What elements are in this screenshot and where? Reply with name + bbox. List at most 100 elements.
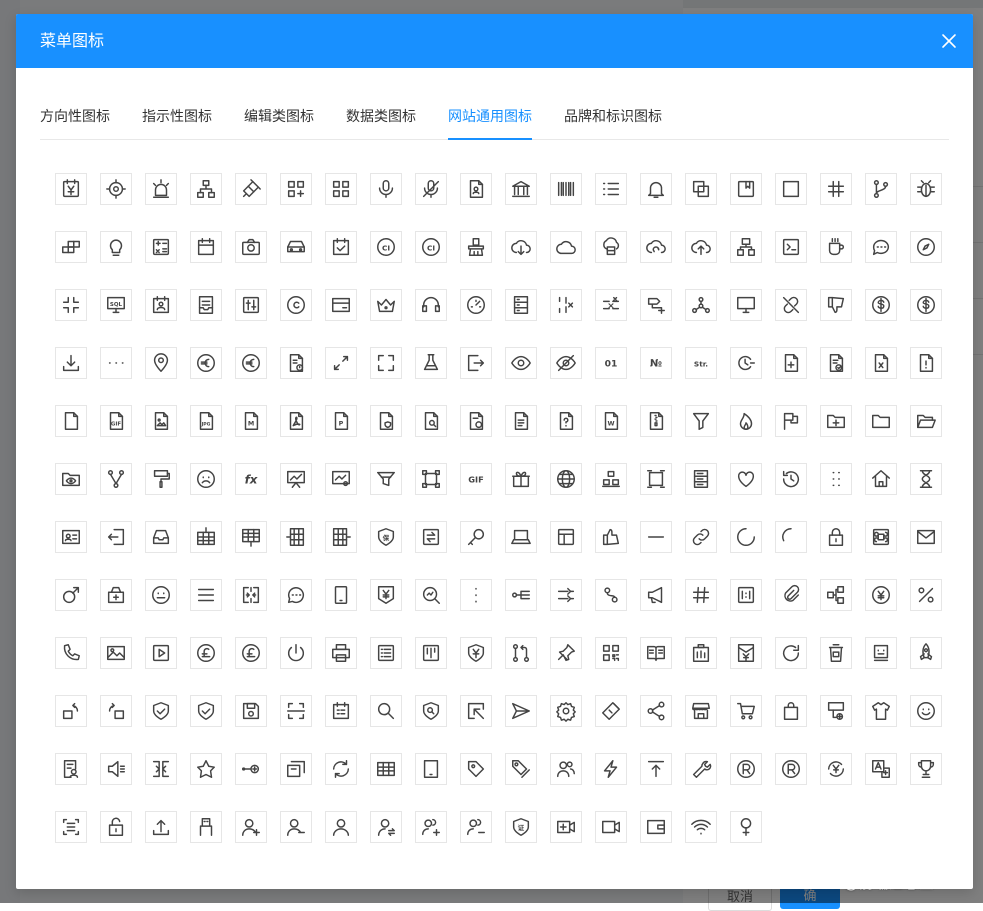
icon-option-file-text[interactable] bbox=[505, 405, 537, 437]
icon-option-compress[interactable] bbox=[55, 289, 87, 321]
icon-option-subnode[interactable] bbox=[235, 753, 267, 785]
icon-option-tag[interactable] bbox=[460, 753, 492, 785]
icon-option-one-to-one[interactable] bbox=[730, 579, 762, 611]
icon-option-history[interactable] bbox=[775, 463, 807, 495]
icon-option-cloud-server[interactable] bbox=[595, 231, 627, 263]
icon-option-branches[interactable] bbox=[865, 173, 897, 205]
icon-option-group[interactable] bbox=[640, 463, 672, 495]
icon-option-desktop[interactable] bbox=[730, 289, 762, 321]
icon-option-holder[interactable] bbox=[820, 463, 852, 495]
icon-option-safety-certificate[interactable] bbox=[145, 695, 177, 727]
icon-option-customer-service[interactable] bbox=[415, 289, 447, 321]
icon-option-man[interactable] bbox=[55, 579, 87, 611]
icon-option-cloud[interactable] bbox=[550, 231, 582, 263]
icon-option-copy[interactable] bbox=[685, 173, 717, 205]
icon-option-file-image[interactable] bbox=[145, 405, 177, 437]
icon-option-file-done[interactable] bbox=[820, 347, 852, 379]
icon-option-share-alt[interactable] bbox=[640, 695, 672, 727]
icon-option-sync[interactable] bbox=[325, 753, 357, 785]
icon-option-number[interactable] bbox=[685, 579, 717, 611]
icon-option-disconnect[interactable] bbox=[775, 289, 807, 321]
icon-option-like[interactable] bbox=[595, 521, 627, 553]
icon-option-dashboard[interactable] bbox=[460, 289, 492, 321]
icon-option-sound[interactable] bbox=[100, 753, 132, 785]
icon-option-mail[interactable] bbox=[910, 521, 942, 553]
icon-option-node-collapse[interactable] bbox=[505, 579, 537, 611]
icon-option-file-jpg[interactable]: JPG bbox=[190, 405, 222, 437]
icon-option-fire[interactable] bbox=[730, 405, 762, 437]
tab-editor[interactable]: 编辑类图标 bbox=[244, 107, 314, 127]
icon-option-alarm[interactable] bbox=[145, 173, 177, 205]
icon-option-database[interactable] bbox=[505, 289, 537, 321]
icon-option-cloud-sync[interactable] bbox=[640, 231, 672, 263]
icon-option-split-cells[interactable] bbox=[145, 753, 177, 785]
icon-option-node-index[interactable] bbox=[595, 579, 627, 611]
icon-option-setting[interactable] bbox=[550, 695, 582, 727]
icon-option-folder-open[interactable] bbox=[910, 405, 942, 437]
close-icon[interactable] bbox=[939, 31, 959, 51]
icon-option-shopping-cart[interactable] bbox=[730, 695, 762, 727]
icon-option-phone[interactable] bbox=[55, 637, 87, 669]
icon-option-microphone-off[interactable] bbox=[415, 173, 447, 205]
icon-option-ellipsis[interactable] bbox=[100, 347, 132, 379]
icon-option-rocket[interactable] bbox=[910, 637, 942, 669]
icon-option-yen-calendar[interactable] bbox=[55, 173, 87, 205]
icon-option-flag[interactable] bbox=[775, 405, 807, 437]
icon-option-sitemap[interactable] bbox=[190, 173, 222, 205]
icon-option-usb[interactable] bbox=[190, 811, 222, 843]
icon-option-layout[interactable] bbox=[550, 521, 582, 553]
icon-option-insurance[interactable]: 保 bbox=[370, 521, 402, 553]
icon-option-profile[interactable] bbox=[370, 637, 402, 669]
icon-option-exception[interactable] bbox=[280, 347, 312, 379]
icon-option-frown[interactable] bbox=[190, 463, 222, 495]
icon-option-message[interactable] bbox=[280, 579, 312, 611]
icon-option-dollar-circle[interactable] bbox=[865, 289, 897, 321]
icon-option-gold[interactable] bbox=[595, 463, 627, 495]
icon-option-coffee[interactable] bbox=[820, 231, 852, 263]
icon-option-console[interactable] bbox=[775, 231, 807, 263]
icon-option-scan[interactable] bbox=[280, 695, 312, 727]
icon-option-select[interactable] bbox=[460, 695, 492, 727]
icon-option-table[interactable] bbox=[370, 753, 402, 785]
icon-option-file-word[interactable]: W bbox=[595, 405, 627, 437]
icon-option-pound-circle[interactable] bbox=[190, 637, 222, 669]
icon-option-calendar[interactable] bbox=[190, 231, 222, 263]
icon-option-format-painter[interactable] bbox=[145, 463, 177, 495]
tab-web-common[interactable]: 网站通用图标 bbox=[448, 107, 532, 127]
icon-option-expand-alt[interactable] bbox=[370, 347, 402, 379]
icon-option-mobile[interactable] bbox=[325, 579, 357, 611]
icon-option-environment[interactable] bbox=[145, 347, 177, 379]
icon-option-file-protect[interactable] bbox=[370, 405, 402, 437]
icon-option-merge-cells[interactable] bbox=[235, 579, 267, 611]
icon-option-send[interactable] bbox=[505, 695, 537, 727]
icon-option-user-add[interactable] bbox=[235, 811, 267, 843]
icon-option-transaction[interactable] bbox=[820, 753, 852, 785]
tab-direction[interactable]: 方向性图标 bbox=[40, 107, 110, 127]
icon-option-barcode[interactable] bbox=[550, 173, 582, 205]
icon-option-calculator[interactable] bbox=[145, 231, 177, 263]
icon-option-search[interactable] bbox=[370, 695, 402, 727]
icon-option-file-excel[interactable] bbox=[865, 347, 897, 379]
icon-option-import[interactable] bbox=[100, 521, 132, 553]
icon-option-unlock[interactable] bbox=[100, 811, 132, 843]
icon-option-funnel-plot[interactable] bbox=[370, 463, 402, 495]
icon-option-copyright[interactable] bbox=[280, 289, 312, 321]
icon-option-compass[interactable] bbox=[910, 231, 942, 263]
icon-option-credit-card[interactable] bbox=[325, 289, 357, 321]
icon-option-function[interactable]: fx bbox=[235, 463, 267, 495]
icon-option-upload[interactable] bbox=[145, 811, 177, 843]
icon-option-bookmark[interactable] bbox=[730, 173, 762, 205]
icon-option-file-exclamation[interactable] bbox=[910, 347, 942, 379]
icon-option-reload[interactable] bbox=[775, 637, 807, 669]
tab-indicator[interactable]: 指示性图标 bbox=[142, 107, 212, 127]
icon-option-file-add[interactable] bbox=[775, 347, 807, 379]
icon-option-delete-row[interactable]: × bbox=[595, 289, 627, 321]
icon-option-file-ppt[interactable]: P bbox=[325, 405, 357, 437]
icon-option-smile[interactable] bbox=[910, 695, 942, 727]
icon-option-woman[interactable] bbox=[730, 811, 762, 843]
icon-option-heart[interactable] bbox=[730, 463, 762, 495]
icon-option-bug[interactable] bbox=[910, 173, 942, 205]
icon-option-fund-view[interactable] bbox=[325, 463, 357, 495]
tab-brand-logo[interactable]: 品牌和标识图标 bbox=[564, 107, 662, 127]
icon-option-container[interactable] bbox=[190, 289, 222, 321]
